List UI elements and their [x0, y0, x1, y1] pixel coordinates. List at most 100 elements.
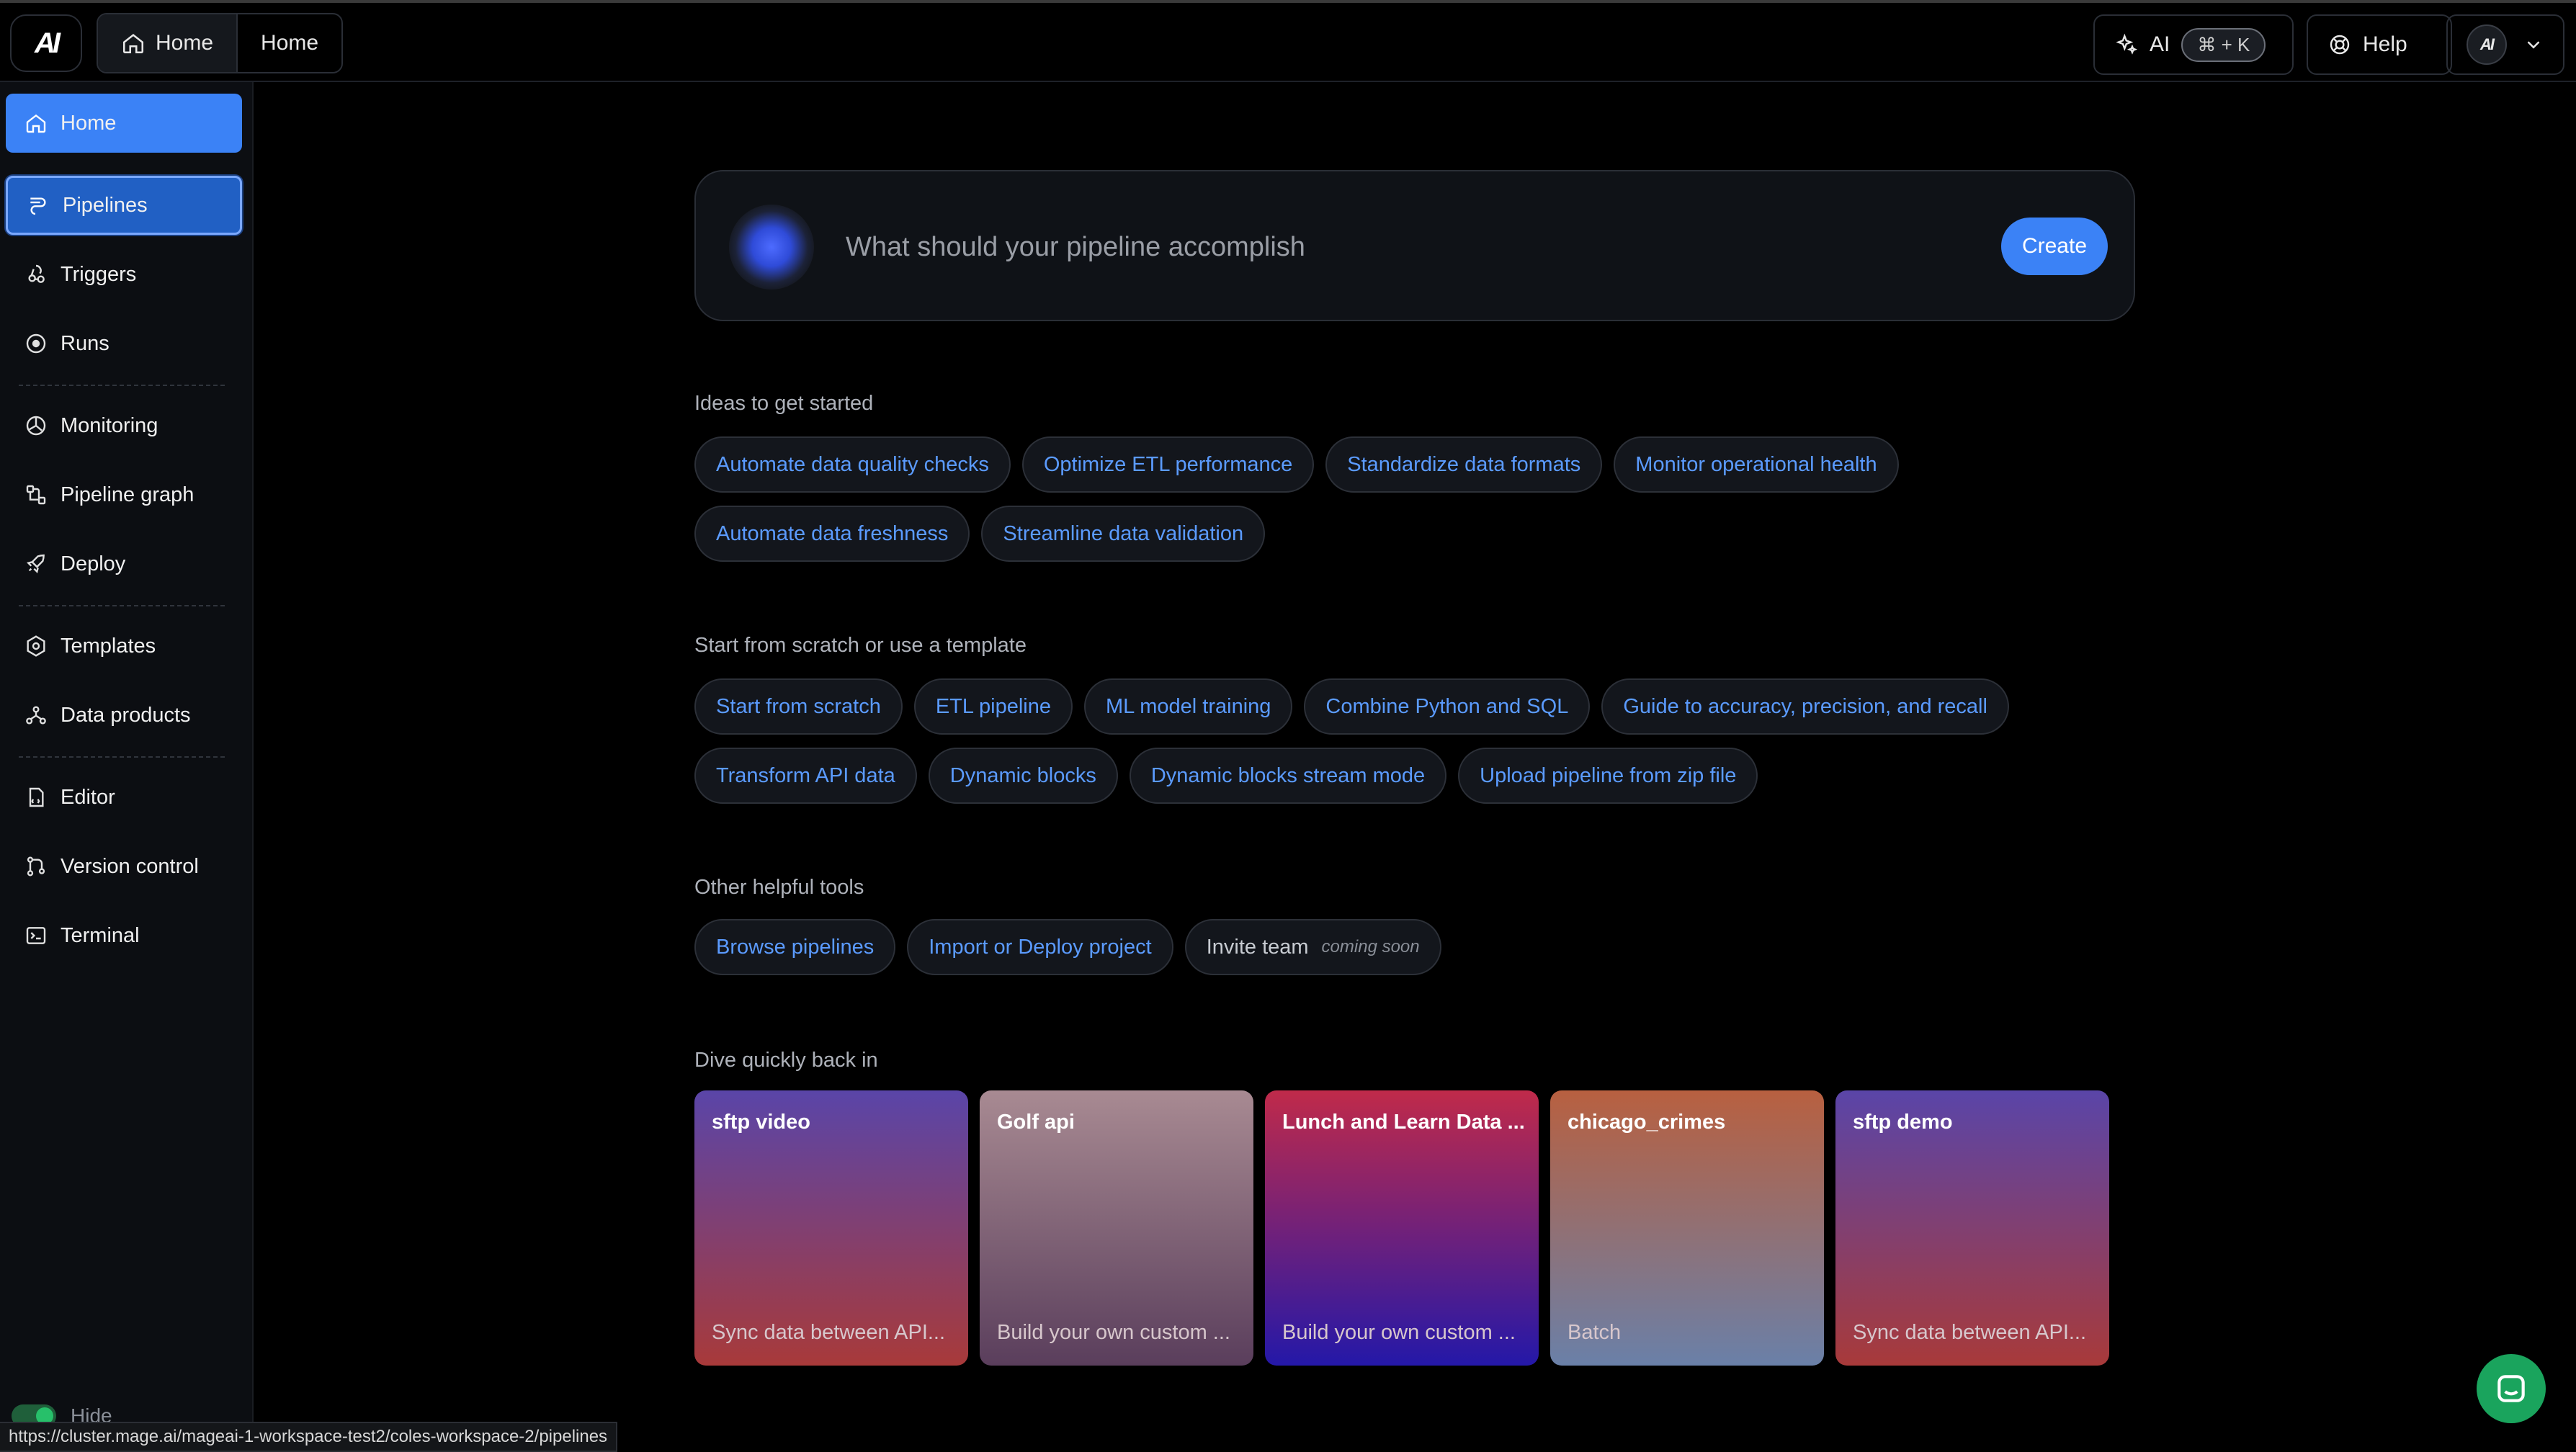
coming-soon-badge: coming soon [1321, 937, 1420, 956]
sidebar-item-label: Templates [61, 634, 156, 658]
templates-section-title: Start from scratch or use a template [694, 634, 1027, 657]
sidebar-item-runs[interactable]: Runs [6, 314, 242, 373]
pipeline-graph-icon [26, 485, 46, 505]
editor-icon [29, 787, 44, 807]
pipeline-prompt-box: Create [694, 170, 2135, 321]
sidebar-item-home[interactable]: Home [6, 94, 242, 153]
sidebar: Home Pipelines Triggers Runs Monitoring … [0, 82, 254, 1452]
import-deploy-project-button[interactable]: Import or Deploy project [907, 919, 1173, 975]
idea-chip[interactable]: Monitor operational health [1614, 436, 1899, 493]
template-chip[interactable]: Dynamic blocks stream mode [1129, 748, 1447, 804]
avatar: AI [2467, 24, 2507, 65]
chevron-down-icon [2527, 41, 2540, 49]
sidebar-item-pipeline-graph[interactable]: Pipeline graph [6, 465, 242, 524]
rocket-icon [26, 554, 45, 574]
template-chip[interactable]: Transform API data [694, 748, 917, 804]
breadcrumb: Home Home [97, 13, 344, 73]
ai-label: AI [2150, 32, 2170, 56]
status-bar-url: https://cluster.mage.ai/mageai-1-workspa… [0, 1422, 618, 1452]
sidebar-divider [19, 385, 225, 386]
card-title: chicago_crimes [1567, 1111, 1726, 1134]
home-icon [122, 34, 144, 54]
breadcrumb-home-root[interactable]: Home [98, 14, 238, 72]
sidebar-divider [19, 605, 225, 606]
logo-button[interactable]: AI [10, 14, 82, 72]
triggers-icon [28, 264, 45, 283]
browse-pipelines-button[interactable]: Browse pipelines [694, 919, 896, 975]
breadcrumb-label: Home [261, 31, 319, 55]
breadcrumb-home-current[interactable]: Home [238, 14, 341, 72]
pipeline-prompt-input[interactable] [844, 223, 1892, 271]
template-chip[interactable]: ETL pipeline [913, 678, 1073, 735]
ai-shortcut: ⌘ + K [2181, 27, 2266, 62]
create-button[interactable]: Create [2001, 218, 2108, 275]
idea-chip[interactable]: Standardize data formats [1325, 436, 1603, 493]
sparkle-icon [2116, 33, 2138, 55]
template-chip[interactable]: Dynamic blocks [928, 748, 1118, 804]
sidebar-item-triggers[interactable]: Triggers [6, 245, 242, 304]
template-chip[interactable]: Upload pipeline from zip file [1458, 748, 1758, 804]
sidebar-item-label: Version control [61, 854, 199, 878]
tools-section-title: Other helpful tools [694, 876, 864, 899]
card-description: Build your own custom ... [1282, 1321, 1516, 1344]
sidebar-item-editor[interactable]: Editor [6, 768, 242, 827]
sidebar-item-label: Deploy [61, 552, 126, 575]
templates-icon [27, 635, 45, 657]
card-title: Golf api [997, 1111, 1075, 1134]
sidebar-item-templates[interactable]: Templates [6, 617, 242, 676]
invite-team-button: Invite team coming soon [1184, 919, 1441, 975]
pipelines-icon [30, 197, 46, 215]
runs-icon [26, 333, 46, 354]
sidebar-item-label: Pipeline graph [61, 483, 194, 506]
card-title: Lunch and Learn Data ... [1282, 1111, 1525, 1134]
card-title: sftp demo [1853, 1111, 1953, 1134]
sidebar-item-deploy[interactable]: Deploy [6, 534, 242, 593]
sidebar-item-label: Data products [61, 703, 191, 727]
template-chip[interactable]: Guide to accuracy, precision, and recall [1601, 678, 2009, 735]
data-products-icon [26, 706, 46, 725]
card-description: Batch [1567, 1321, 1622, 1344]
support-chat-button[interactable] [2477, 1354, 2546, 1423]
sidebar-item-monitoring[interactable]: Monitoring [6, 396, 242, 455]
sidebar-item-label: Monitoring [61, 413, 158, 437]
sidebar-item-label: Terminal [61, 923, 140, 947]
sidebar-item-data-products[interactable]: Data products [6, 686, 242, 745]
sidebar-item-label: Editor [61, 785, 115, 809]
help-label: Help [2363, 32, 2407, 56]
recent-pipeline-card[interactable]: sftp video Sync data between API... [694, 1090, 968, 1366]
idea-chip[interactable]: Optimize ETL performance [1021, 436, 1315, 493]
idea-chip[interactable]: Automate data quality checks [694, 436, 1011, 493]
recent-pipeline-card[interactable]: Golf api Build your own custom ... [980, 1090, 1253, 1366]
recent-pipeline-card[interactable]: chicago_crimes Batch [1550, 1090, 1824, 1366]
ideas-section-title: Ideas to get started [694, 392, 874, 415]
templates-chip-row: Transform API data Dynamic blocks Dynami… [694, 748, 1758, 804]
card-description: Sync data between API... [712, 1321, 946, 1344]
home-icon [26, 114, 46, 133]
templates-chip-row: Start from scratch ETL pipeline ML model… [694, 678, 2009, 735]
version-control-icon [27, 856, 45, 877]
template-chip[interactable]: Combine Python and SQL [1304, 678, 1591, 735]
sidebar-item-label: Home [61, 111, 117, 135]
sidebar-item-terminal[interactable]: Terminal [6, 906, 242, 965]
template-chip[interactable]: Start from scratch [694, 678, 903, 735]
recent-pipeline-card[interactable]: Lunch and Learn Data ... Build your own … [1265, 1090, 1539, 1366]
sidebar-item-version-control[interactable]: Version control [6, 837, 242, 896]
top-bar: AI Home Home AI ⌘ + K Help AI [0, 3, 2576, 82]
user-menu-button[interactable]: AI [2446, 14, 2564, 75]
ai-button[interactable]: AI ⌘ + K [2093, 14, 2294, 75]
sidebar-item-label: Triggers [61, 262, 137, 286]
tools-chip-row: Browse pipelines Import or Deploy projec… [694, 919, 1441, 975]
idea-chip[interactable]: Streamline data validation [981, 506, 1266, 562]
template-chip[interactable]: ML model training [1083, 678, 1293, 735]
sidebar-item-label: Runs [61, 331, 109, 355]
card-description: Sync data between API... [1853, 1321, 2087, 1344]
ai-orb-icon [729, 205, 814, 290]
monitoring-icon [26, 416, 46, 436]
help-button[interactable]: Help [2307, 14, 2452, 75]
idea-chip[interactable]: Automate data freshness [694, 506, 970, 562]
ideas-chip-row: Automate data freshness Streamline data … [694, 506, 1266, 562]
card-description: Build your own custom ... [997, 1321, 1230, 1344]
recent-pipeline-card[interactable]: sftp demo Sync data between API... [1835, 1090, 2109, 1366]
recent-pipelines: sftp video Sync data between API... Golf… [694, 1090, 2109, 1366]
sidebar-item-pipelines[interactable]: Pipelines [6, 176, 242, 235]
